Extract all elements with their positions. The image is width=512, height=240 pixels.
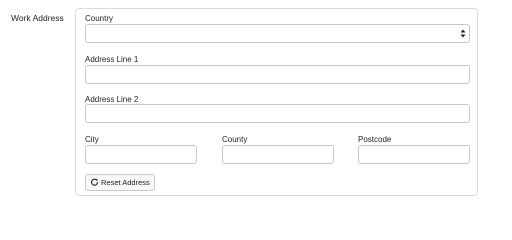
address-line-2-input[interactable] [85,104,470,123]
address-line-1-label: Address Line 1 [85,55,139,64]
city-input[interactable] [85,145,197,164]
work-address-card: Country Address Line 1 Address Line 2 Ci… [75,8,478,196]
reset-address-button[interactable]: Reset Address [85,174,155,191]
address-line-1-input[interactable] [85,65,470,84]
section-label-work-address: Work Address [11,13,64,23]
country-label: Country [85,14,114,23]
county-label: County [222,135,248,144]
select-arrows-icon [460,29,466,38]
country-select[interactable] [85,24,470,43]
refresh-icon [90,178,99,186]
address-line-2-label: Address Line 2 [85,95,139,104]
county-input[interactable] [222,145,334,164]
city-label: City [85,135,99,144]
postcode-label: Postcode [358,135,392,144]
postcode-input[interactable] [358,145,470,164]
reset-address-label: Reset Address [101,178,150,187]
